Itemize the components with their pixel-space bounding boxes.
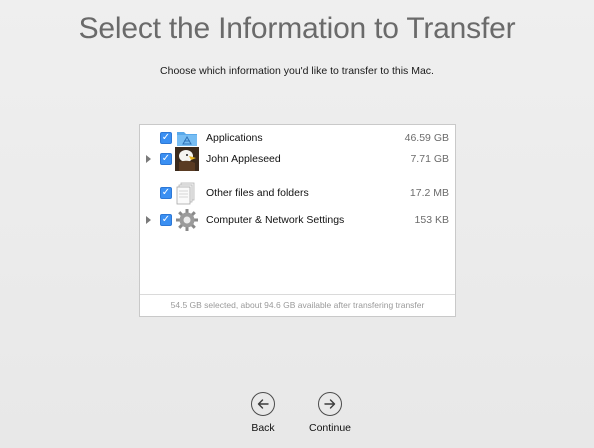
list-item-computer-network-settings: ✓ Computer & Network Settings 153 KB [140, 208, 455, 232]
disclosure-triangle-icon[interactable] [146, 155, 151, 163]
page-title: Select the Information to Transfer [78, 12, 516, 45]
item-label: John Appleseed [206, 153, 281, 165]
transfer-summary: 54.5 GB selected, about 94.6 GB availabl… [140, 294, 455, 316]
applications-checkbox[interactable]: ✓ [160, 132, 172, 144]
page-subtitle: Choose which information you'd like to t… [160, 65, 434, 77]
item-size: 153 KB [414, 214, 449, 226]
john-appleseed-checkbox[interactable]: ✓ [160, 153, 172, 165]
item-label: Other files and folders [206, 187, 309, 199]
continue-button[interactable]: Continue [300, 392, 360, 434]
back-arrow-icon[interactable] [251, 392, 275, 416]
computer-settings-checkbox[interactable]: ✓ [160, 214, 172, 226]
list-item-john-appleseed: ✓ John Appleseed 7.71 GB [140, 147, 455, 171]
disclosure-triangle-icon[interactable] [146, 216, 151, 224]
documents-icon [175, 181, 199, 205]
item-size: 7.71 GB [410, 153, 449, 165]
item-label: Computer & Network Settings [206, 214, 345, 226]
item-size: 17.2 MB [409, 187, 449, 199]
transfer-list: ✓ Applications 46.59 GB ✓ John Appleseed [139, 124, 456, 317]
gear-icon [175, 208, 199, 232]
item-size: 46.59 GB [404, 132, 449, 144]
back-label: Back [251, 422, 275, 434]
forward-arrow-icon[interactable] [318, 392, 342, 416]
back-button[interactable]: Back [233, 392, 293, 434]
other-files-checkbox[interactable]: ✓ [160, 187, 172, 199]
list-item-other-files: ✓ Other files and folders 17.2 MB [140, 181, 455, 205]
continue-label: Continue [308, 422, 352, 434]
item-label: Applications [206, 132, 263, 144]
eagle-avatar-icon [175, 147, 199, 171]
